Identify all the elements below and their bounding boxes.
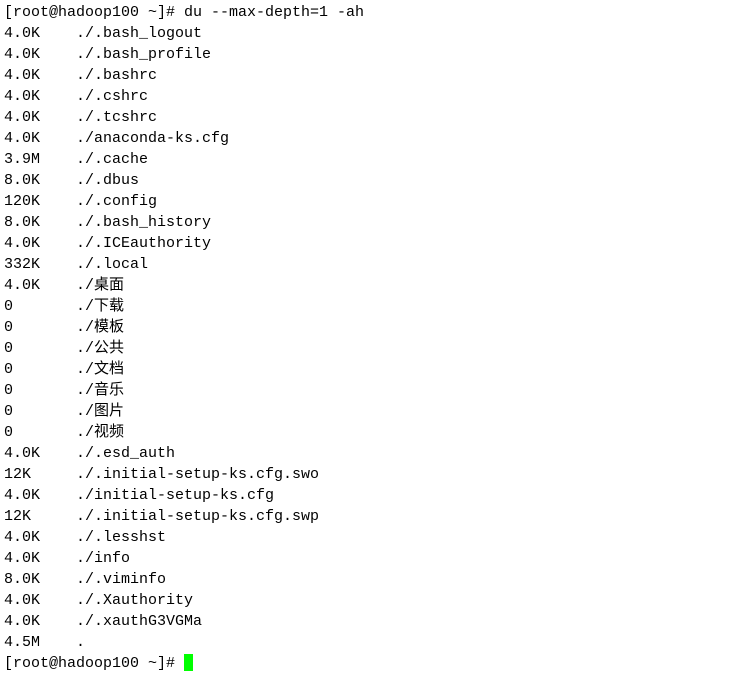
path-value: ./.initial-setup-ks.cfg.swo: [76, 464, 319, 485]
path-value: ./文档: [76, 359, 124, 380]
du-row: 12K./.initial-setup-ks.cfg.swo: [4, 464, 725, 485]
du-row: 4.0K./.lesshst: [4, 527, 725, 548]
du-row: 4.0K./.esd_auth: [4, 443, 725, 464]
size-value: 332K: [4, 254, 76, 275]
size-value: 4.0K: [4, 107, 76, 128]
du-row: 0./图片: [4, 401, 725, 422]
path-value: ./anaconda-ks.cfg: [76, 128, 229, 149]
du-row: 4.0K./.ICEauthority: [4, 233, 725, 254]
size-value: 4.0K: [4, 611, 76, 632]
next-prompt-line[interactable]: [root@hadoop100 ~]#: [4, 653, 725, 674]
size-value: 4.5M: [4, 632, 76, 653]
path-value: ./模板: [76, 317, 124, 338]
du-row: 4.0K./info: [4, 548, 725, 569]
size-value: 4.0K: [4, 548, 76, 569]
du-row: 4.0K./.Xauthority: [4, 590, 725, 611]
path-value: ./桌面: [76, 275, 124, 296]
path-value: ./.viminfo: [76, 569, 166, 590]
path-value: ./.local: [76, 254, 148, 275]
du-row: 4.0K./initial-setup-ks.cfg: [4, 485, 725, 506]
du-row: 4.0K./桌面: [4, 275, 725, 296]
du-output-rows: 4.0K./.bash_logout4.0K./.bash_profile4.0…: [4, 23, 725, 653]
du-row: 0./公共: [4, 338, 725, 359]
path-value: .: [76, 632, 85, 653]
size-value: 0: [4, 317, 76, 338]
size-value: 4.0K: [4, 44, 76, 65]
du-row: 0./模板: [4, 317, 725, 338]
size-value: 4.0K: [4, 86, 76, 107]
path-value: ./initial-setup-ks.cfg: [76, 485, 274, 506]
size-value: 4.0K: [4, 443, 76, 464]
du-row: 4.0K./.xauthG3VGMa: [4, 611, 725, 632]
du-row: 4.5M.: [4, 632, 725, 653]
command-line: [root@hadoop100 ~]# du --max-depth=1 -ah: [4, 2, 725, 23]
size-value: 0: [4, 401, 76, 422]
du-row: 0./下载: [4, 296, 725, 317]
path-value: ./图片: [76, 401, 124, 422]
path-value: ./.cshrc: [76, 86, 148, 107]
du-row: 0./文档: [4, 359, 725, 380]
path-value: ./.initial-setup-ks.cfg.swp: [76, 506, 319, 527]
path-value: ./.Xauthority: [76, 590, 193, 611]
shell-prompt: [root@hadoop100 ~]#: [4, 655, 184, 672]
du-row: 12K./.initial-setup-ks.cfg.swp: [4, 506, 725, 527]
path-value: ./.tcshrc: [76, 107, 157, 128]
size-value: 8.0K: [4, 569, 76, 590]
path-value: ./.xauthG3VGMa: [76, 611, 202, 632]
size-value: 12K: [4, 506, 76, 527]
size-value: 0: [4, 338, 76, 359]
path-value: ./info: [76, 548, 130, 569]
size-value: 8.0K: [4, 212, 76, 233]
path-value: ./下载: [76, 296, 124, 317]
shell-prompt: [root@hadoop100 ~]#: [4, 4, 184, 21]
cursor-icon: [184, 654, 193, 671]
path-value: ./视频: [76, 422, 124, 443]
du-row: 4.0K./.tcshrc: [4, 107, 725, 128]
path-value: ./.bashrc: [76, 65, 157, 86]
path-value: ./.config: [76, 191, 157, 212]
du-row: 332K./.local: [4, 254, 725, 275]
path-value: ./公共: [76, 338, 124, 359]
du-row: 0./视频: [4, 422, 725, 443]
command-text: du --max-depth=1 -ah: [184, 4, 364, 21]
size-value: 4.0K: [4, 23, 76, 44]
size-value: 0: [4, 422, 76, 443]
path-value: ./.cache: [76, 149, 148, 170]
size-value: 4.0K: [4, 65, 76, 86]
du-row: 4.0K./anaconda-ks.cfg: [4, 128, 725, 149]
path-value: ./.bash_logout: [76, 23, 202, 44]
size-value: 0: [4, 359, 76, 380]
size-value: 8.0K: [4, 170, 76, 191]
size-value: 3.9M: [4, 149, 76, 170]
terminal-output: [root@hadoop100 ~]# du --max-depth=1 -ah…: [4, 2, 725, 674]
path-value: ./音乐: [76, 380, 124, 401]
du-row: 4.0K./.bashrc: [4, 65, 725, 86]
du-row: 8.0K./.viminfo: [4, 569, 725, 590]
path-value: ./.esd_auth: [76, 443, 175, 464]
size-value: 4.0K: [4, 590, 76, 611]
size-value: 4.0K: [4, 485, 76, 506]
size-value: 12K: [4, 464, 76, 485]
path-value: ./.dbus: [76, 170, 139, 191]
du-row: 8.0K./.bash_history: [4, 212, 725, 233]
du-row: 120K./.config: [4, 191, 725, 212]
size-value: 4.0K: [4, 527, 76, 548]
path-value: ./.ICEauthority: [76, 233, 211, 254]
du-row: 4.0K./.cshrc: [4, 86, 725, 107]
du-row: 0./音乐: [4, 380, 725, 401]
size-value: 120K: [4, 191, 76, 212]
size-value: 4.0K: [4, 233, 76, 254]
size-value: 4.0K: [4, 275, 76, 296]
path-value: ./.lesshst: [76, 527, 166, 548]
size-value: 0: [4, 380, 76, 401]
du-row: 3.9M./.cache: [4, 149, 725, 170]
size-value: 4.0K: [4, 128, 76, 149]
path-value: ./.bash_history: [76, 212, 211, 233]
size-value: 0: [4, 296, 76, 317]
du-row: 8.0K./.dbus: [4, 170, 725, 191]
path-value: ./.bash_profile: [76, 44, 211, 65]
du-row: 4.0K./.bash_logout: [4, 23, 725, 44]
du-row: 4.0K./.bash_profile: [4, 44, 725, 65]
